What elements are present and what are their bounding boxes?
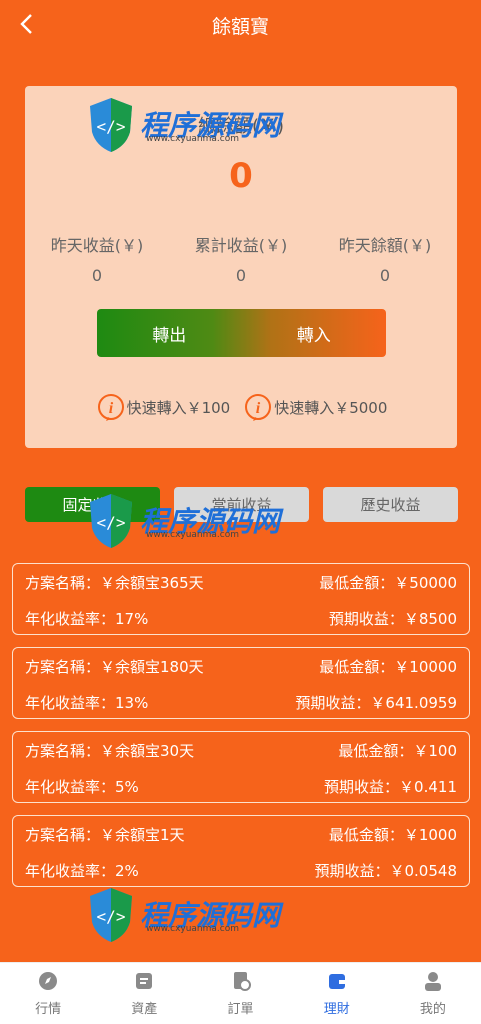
plan-annual-rate: 年化收益率：2% bbox=[25, 862, 139, 880]
stat-label: 昨天餘額(￥) bbox=[338, 236, 432, 255]
plan-annual-rate: 年化收益率：5% bbox=[25, 778, 139, 796]
plan-name: 方案名稱：￥余額宝365天 bbox=[25, 574, 204, 592]
watermark-url: www.cxyuanma.com bbox=[146, 134, 240, 144]
tabbar-item-profile[interactable]: 我的 bbox=[385, 963, 481, 1024]
svg-text:i: i bbox=[256, 400, 261, 417]
stat-yesterday-balance: 昨天餘額(￥) 0 bbox=[313, 232, 457, 285]
balance-stats: 昨天收益(￥) 0 累計收益(￥) 0 昨天餘額(￥) 0 bbox=[25, 232, 457, 285]
header-bar: 餘額寶 bbox=[0, 0, 481, 50]
tabbar-label: 理財 bbox=[323, 1002, 350, 1017]
info-icon: i bbox=[242, 391, 274, 423]
svg-text:i: i bbox=[108, 400, 113, 417]
quick-transfer-row: i 快速轉入￥100 i 快速轉入￥5000 bbox=[25, 391, 457, 423]
stat-label: 累計收益(￥) bbox=[194, 236, 288, 255]
assets-icon bbox=[133, 970, 155, 992]
quick-transfer-100-button[interactable]: i 快速轉入￥100 bbox=[95, 391, 231, 423]
watermark: </> 程序源码网 www.cxyuanma.com bbox=[86, 884, 280, 944]
plan-row-top: 方案名稱：￥余額宝1天 最低金額：￥1000 bbox=[25, 824, 457, 845]
quick-transfer-5000-button[interactable]: i 快速轉入￥5000 bbox=[242, 391, 387, 423]
stat-yesterday-earnings: 昨天收益(￥) 0 bbox=[25, 232, 169, 285]
plan-expected-earnings: 預期收益：￥641.0959 bbox=[295, 694, 457, 712]
plan-row-top: 方案名稱：￥余額宝30天 最低金額：￥100 bbox=[25, 740, 457, 761]
tabbar-item-orders[interactable]: 訂單 bbox=[192, 963, 288, 1024]
market-icon bbox=[37, 970, 59, 992]
transfer-button-group: 轉出 轉入 bbox=[97, 309, 386, 357]
plan-expected-earnings: 預期收益：￥0.411 bbox=[324, 778, 457, 796]
tabbar-label: 行情 bbox=[35, 1002, 62, 1017]
svg-text:</>: </> bbox=[97, 907, 126, 926]
tabbar-label: 訂單 bbox=[227, 1002, 254, 1017]
plan-name: 方案名稱：￥余額宝1天 bbox=[25, 826, 185, 844]
orders-icon bbox=[230, 970, 252, 992]
plan-row-bottom: 年化收益率：5% 預期收益：￥0.411 bbox=[25, 776, 457, 797]
plan-annual-rate: 年化收益率：13% bbox=[25, 694, 149, 712]
total-balance-value: 0 bbox=[229, 156, 253, 196]
stat-value: 0 bbox=[91, 266, 103, 285]
profile-icon bbox=[422, 970, 444, 992]
back-button[interactable] bbox=[14, 12, 38, 36]
plan-min-amount: 最低金額：￥1000 bbox=[328, 826, 457, 844]
plan-min-amount: 最低金額：￥100 bbox=[338, 742, 457, 760]
stat-total-earnings: 累計收益(￥) 0 bbox=[169, 232, 313, 285]
tab-history-earnings[interactable]: 歷史收益 bbox=[323, 487, 458, 522]
shield-logo-icon: </> bbox=[90, 888, 132, 942]
shield-logo-icon: </> bbox=[90, 494, 132, 548]
plan-annual-rate: 年化收益率：17% bbox=[25, 610, 149, 628]
plan-name: 方案名稱：￥余額宝30天 bbox=[25, 742, 195, 760]
watermark: </> 程序源码网 www.cxyuanma.com bbox=[86, 94, 280, 154]
quick-transfer-label: 快速轉入￥100 bbox=[126, 398, 231, 417]
stat-value: 0 bbox=[235, 266, 247, 285]
tabbar-label: 我的 bbox=[419, 1002, 446, 1017]
plan-row-bottom: 年化收益率：17% 預期收益：￥8500 bbox=[25, 608, 457, 629]
plan-expected-earnings: 預期收益：￥0.0548 bbox=[314, 862, 458, 880]
quick-transfer-label: 快速轉入￥5000 bbox=[274, 398, 388, 417]
tabbar-item-finance[interactable]: 理財 bbox=[289, 963, 385, 1024]
watermark-url: www.cxyuanma.com bbox=[146, 924, 240, 934]
tabbar-item-assets[interactable]: 資產 bbox=[96, 963, 192, 1024]
transfer-out-button[interactable]: 轉出 bbox=[97, 309, 242, 357]
info-icon: i bbox=[95, 391, 127, 423]
watermark-url: www.cxyuanma.com bbox=[146, 530, 240, 540]
plan-expected-earnings: 預期收益：￥8500 bbox=[328, 610, 457, 628]
tabbar-item-market[interactable]: 行情 bbox=[0, 963, 96, 1024]
plan-min-amount: 最低金額：￥50000 bbox=[319, 574, 457, 592]
plan-min-amount: 最低金額：￥10000 bbox=[319, 658, 457, 676]
plan-name: 方案名稱：￥余額宝180天 bbox=[25, 658, 204, 676]
plan-card[interactable]: 方案名稱：￥余額宝1天 最低金額：￥1000 年化收益率：2% 預期收益：￥0.… bbox=[12, 815, 470, 887]
shield-logo-icon: </> bbox=[90, 98, 132, 152]
plan-list: 方案名稱：￥余額宝365天 最低金額：￥50000 年化收益率：17% 預期收益… bbox=[12, 563, 470, 899]
tabbar-label: 資產 bbox=[131, 1002, 158, 1017]
plan-row-top: 方案名稱：￥余額宝365天 最低金額：￥50000 bbox=[25, 572, 457, 593]
transfer-in-button[interactable]: 轉入 bbox=[242, 309, 387, 357]
plan-card[interactable]: 方案名稱：￥余額宝365天 最低金額：￥50000 年化收益率：17% 預期收益… bbox=[12, 563, 470, 635]
plan-row-top: 方案名稱：￥余額宝180天 最低金額：￥10000 bbox=[25, 656, 457, 677]
watermark: </> 程序源码网 www.cxyuanma.com bbox=[86, 490, 280, 550]
page-title: 餘額寶 bbox=[211, 15, 269, 38]
bottom-tab-bar: 行情 資產 訂單 理財 我的 bbox=[0, 962, 481, 1024]
stat-label: 昨天收益(￥) bbox=[50, 236, 144, 255]
plan-row-bottom: 年化收益率：2% 預期收益：￥0.0548 bbox=[25, 860, 457, 881]
plan-card[interactable]: 方案名稱：￥余額宝180天 最低金額：￥10000 年化收益率：13% 預期收益… bbox=[12, 647, 470, 719]
plan-card[interactable]: 方案名稱：￥余額宝30天 最低金額：￥100 年化收益率：5% 預期收益：￥0.… bbox=[12, 731, 470, 803]
plan-row-bottom: 年化收益率：13% 預期收益：￥641.0959 bbox=[25, 692, 457, 713]
stat-value: 0 bbox=[379, 266, 391, 285]
finance-icon bbox=[326, 970, 348, 992]
chevron-left-icon bbox=[20, 14, 32, 34]
svg-text:</>: </> bbox=[97, 117, 126, 136]
svg-text:</>: </> bbox=[97, 513, 126, 532]
